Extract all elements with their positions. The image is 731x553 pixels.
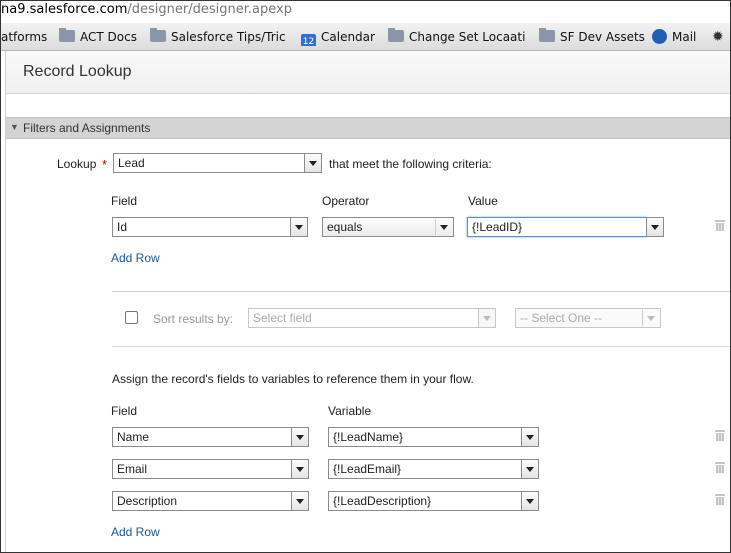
bookmark-label: Salesforce Tips/Trick <box>171 30 286 44</box>
dropdown-arrow-icon[interactable] <box>304 153 322 173</box>
filter-field-input[interactable]: Id <box>112 217 291 237</box>
dropdown-arrow-icon[interactable] <box>290 217 308 237</box>
filter-value-combo[interactable]: {!LeadID} <box>467 217 664 237</box>
url-path: /designer/designer.apexp <box>127 2 292 17</box>
bookmark-act-docs[interactable]: ACT Docs <box>59 28 137 46</box>
loading-spinner-icon: ✹ <box>712 29 724 45</box>
bookmark-platforms[interactable]: atforms <box>1 28 47 46</box>
sort-order-value[interactable]: -- Select One -- <box>515 308 661 328</box>
assign-field-combo[interactable]: Name <box>112 427 309 447</box>
assign-variable-header: Variable <box>328 404 372 418</box>
assign-field-input[interactable]: Email <box>112 459 292 479</box>
bookmark-label: atforms <box>1 30 48 44</box>
select-divider <box>642 310 643 326</box>
filter-operator-header: Operator <box>322 194 370 208</box>
assign-field-combo[interactable]: Description <box>112 491 309 511</box>
bookmark-label: SF Dev Assets <box>560 30 645 44</box>
assign-intro-text: Assign the record's fields to variables … <box>112 372 474 386</box>
folder-icon <box>388 28 404 42</box>
calendar-icon: 12 <box>301 34 316 46</box>
sort-order-select[interactable]: -- Select One -- <box>515 308 661 328</box>
lookup-label: Lookup <box>57 157 97 171</box>
dropdown-arrow-icon[interactable] <box>521 427 539 447</box>
required-marker: * <box>102 157 108 172</box>
assign-variable-combo[interactable]: {!LeadEmail} <box>328 459 539 479</box>
filter-field-combo[interactable]: Id <box>112 217 308 237</box>
assign-field-input[interactable]: Name <box>112 427 292 447</box>
lookup-object-combo[interactable]: Lead <box>113 153 322 173</box>
assign-field-combo[interactable]: Email <box>112 459 309 479</box>
filter-value-input[interactable]: {!LeadID} <box>467 217 647 237</box>
url-host: na9.salesforce.com <box>1 2 128 17</box>
filter-operator-select[interactable]: equals <box>322 217 454 237</box>
bookmark-label: Calendar <box>321 30 375 44</box>
bookmarks-bar: atforms ACT Docs Salesforce Tips/Trick 1… <box>1 23 730 51</box>
filter-field-header: Field <box>111 194 138 208</box>
dialog-title: Record Lookup <box>23 63 132 80</box>
lookup-object-input[interactable]: Lead <box>113 153 305 173</box>
dropdown-arrow-icon[interactable] <box>478 308 496 328</box>
sort-field-input[interactable]: Select field <box>248 308 479 328</box>
address-bar[interactable]: na9.salesforce.com/designer/designer.ape… <box>1 1 730 23</box>
criteria-text: that meet the following criteria: <box>329 157 492 171</box>
assign-variable-input[interactable]: {!LeadEmail} <box>328 459 522 479</box>
mail-icon <box>652 29 667 44</box>
bookmark-label: Mail <box>672 30 697 44</box>
assign-field-header: Field <box>111 404 138 418</box>
dialog-header: Record Lookup <box>6 51 730 94</box>
delete-row-trash-icon[interactable] <box>715 430 725 441</box>
dropdown-arrow-icon[interactable] <box>521 459 539 479</box>
bookmark-extra[interactable]: ✹ <box>712 28 724 46</box>
sort-results-checkbox[interactable] <box>125 311 138 324</box>
bookmark-mail[interactable]: Mail <box>652 28 696 46</box>
assign-variable-combo[interactable]: {!LeadName} <box>328 427 539 447</box>
bookmark-change-set[interactable]: Change Set Locaation <box>388 28 525 46</box>
dropdown-arrow-icon[interactable] <box>291 459 309 479</box>
bookmark-salesforce-tips[interactable]: Salesforce Tips/Trick <box>150 28 286 46</box>
assign-variable-combo[interactable]: {!LeadDescription} <box>328 491 539 511</box>
add-filter-row-link[interactable]: Add Row <box>111 251 160 265</box>
bookmark-label: Change Set Locaation <box>409 30 525 44</box>
filters-assignments-section-header[interactable]: ▼ Filters and Assignments <box>6 117 730 139</box>
delete-row-trash-icon[interactable] <box>715 220 725 231</box>
add-assignment-row-link[interactable]: Add Row <box>111 525 160 539</box>
dropdown-arrow-icon[interactable] <box>291 491 309 511</box>
browser-window: na9.salesforce.com/designer/designer.ape… <box>0 0 731 553</box>
dropdown-arrow-icon[interactable] <box>521 491 539 511</box>
collapse-triangle-icon[interactable]: ▼ <box>10 122 19 132</box>
assign-field-input[interactable]: Description <box>112 491 292 511</box>
assign-variable-input[interactable]: {!LeadName} <box>328 427 522 447</box>
delete-row-trash-icon[interactable] <box>715 494 725 505</box>
bookmark-sf-dev-assets[interactable]: SF Dev Assets <box>539 28 645 46</box>
sort-results-label: Sort results by: <box>153 312 234 326</box>
dropdown-arrow-icon[interactable] <box>646 217 664 237</box>
record-lookup-dialog: Record Lookup ▼ Filters and Assignments … <box>5 51 730 552</box>
delete-row-trash-icon[interactable] <box>715 462 725 473</box>
filter-value-header: Value <box>468 194 498 208</box>
bookmark-calendar[interactable]: 12 Calendar <box>301 28 375 46</box>
dropdown-arrow-icon[interactable] <box>291 427 309 447</box>
section-title: Filters and Assignments <box>23 121 151 135</box>
folder-icon <box>539 28 555 42</box>
select-divider <box>435 219 436 235</box>
divider <box>112 346 730 347</box>
folder-icon <box>150 28 166 42</box>
sort-field-combo[interactable]: Select field <box>248 308 496 328</box>
divider <box>112 291 730 292</box>
folder-icon <box>59 28 75 42</box>
assign-variable-input[interactable]: {!LeadDescription} <box>328 491 522 511</box>
bookmark-label: ACT Docs <box>80 30 137 44</box>
